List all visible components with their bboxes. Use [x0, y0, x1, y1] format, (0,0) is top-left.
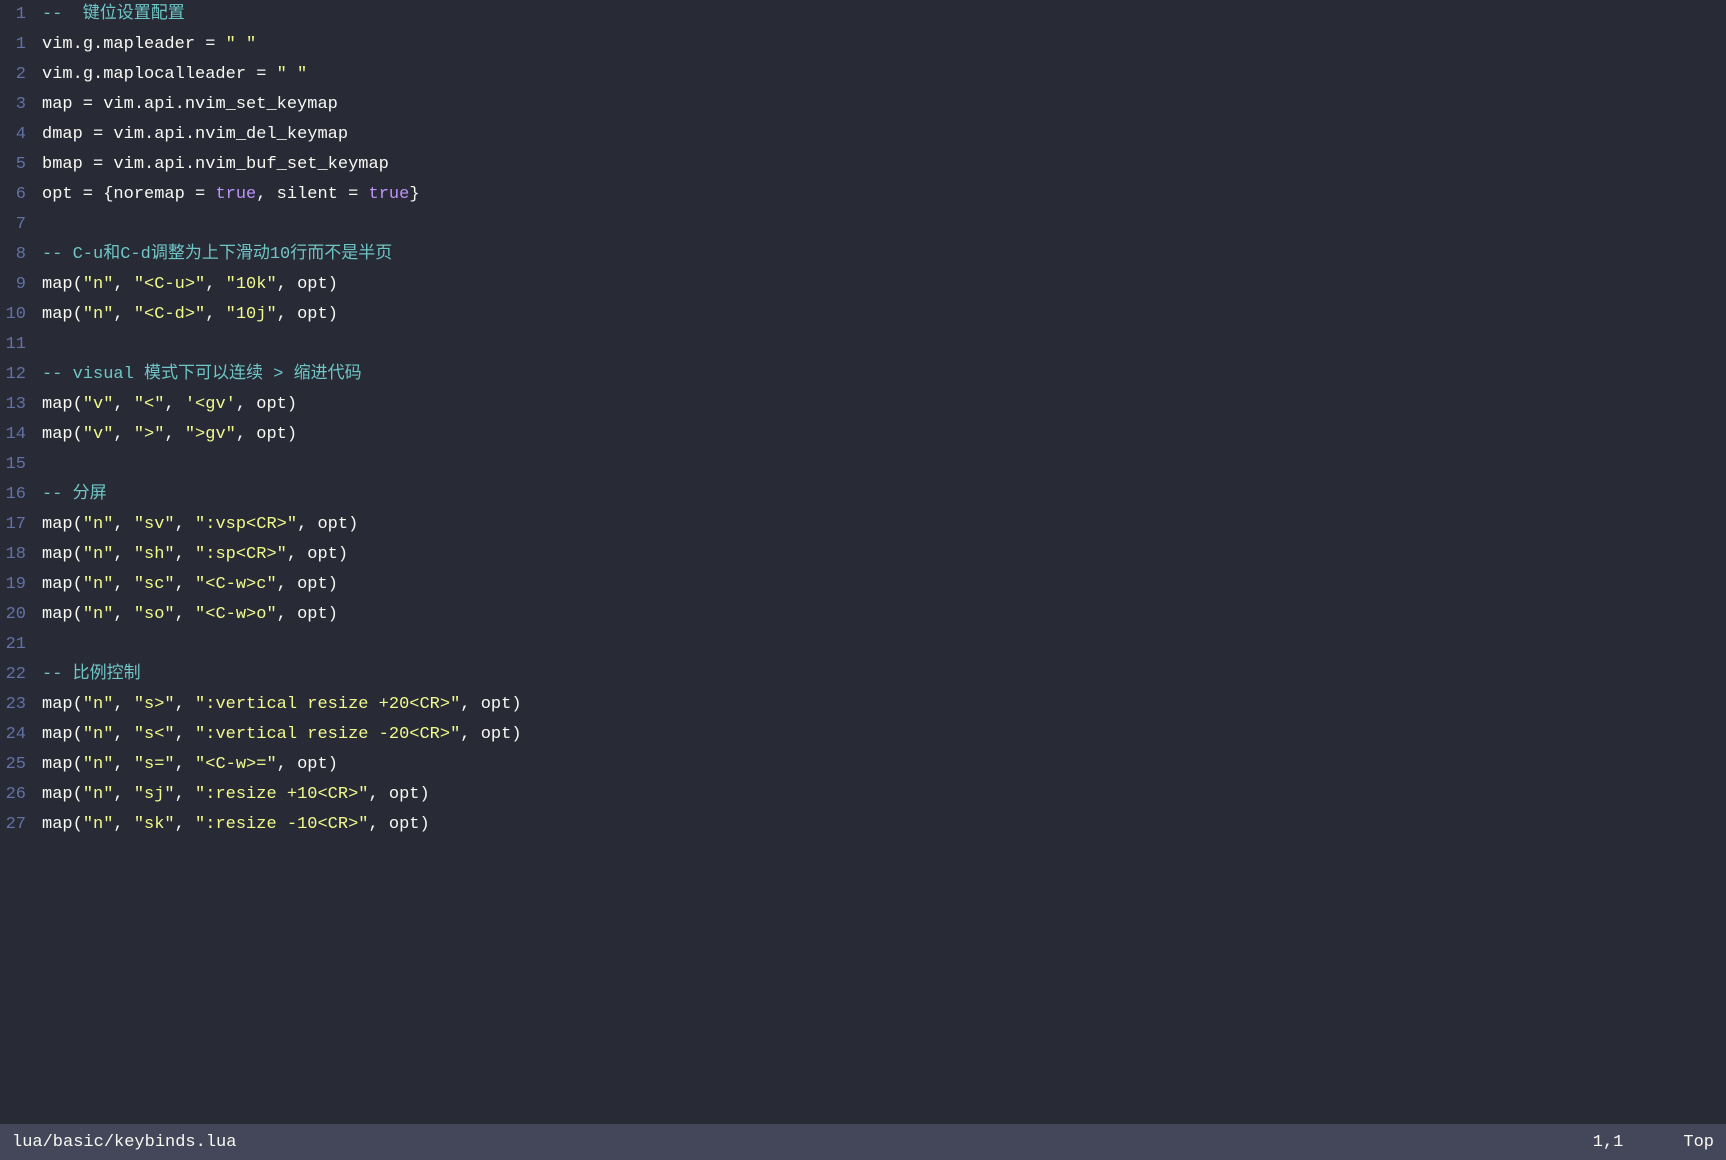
- line-content: map("v", "<", '<gv', opt): [42, 390, 1726, 420]
- fold-marker: --: [42, 5, 73, 24]
- line-number: 6: [0, 180, 42, 210]
- line-number: 22: [0, 660, 42, 690]
- line-number: 10: [0, 300, 42, 330]
- line-number: 2: [0, 60, 42, 90]
- line-content: [42, 630, 1726, 660]
- code-line: 17 map("n", "sv", ":vsp<CR>", opt): [0, 510, 1726, 540]
- code-line: 14 map("v", ">", ">gv", opt): [0, 420, 1726, 450]
- code-line: 19 map("n", "sc", "<C-w>c", opt): [0, 570, 1726, 600]
- line-number: 13: [0, 390, 42, 420]
- line-content: map("n", "sc", "<C-w>c", opt): [42, 570, 1726, 600]
- line-content: map("n", "<C-d>", "10j", opt): [42, 300, 1726, 330]
- code-line: 20 map("n", "so", "<C-w>o", opt): [0, 600, 1726, 630]
- line-content: map("n", "s>", ":vertical resize +20<CR>…: [42, 690, 1726, 720]
- line-number: 1: [0, 0, 42, 30]
- line-number: 15: [0, 450, 42, 480]
- line-content: -- C-u和C-d调整为上下滑动10行而不是半页: [42, 240, 1726, 270]
- line-content: vim.g.maplocalleader = " ": [42, 60, 1726, 90]
- line-number: 19: [0, 570, 42, 600]
- filename: lua/basic/keybinds.lua: [12, 1133, 236, 1152]
- line-content: map("n", "so", "<C-w>o", opt): [42, 600, 1726, 630]
- line-content: [42, 450, 1726, 480]
- line-content: dmap = vim.api.nvim_del_keymap: [42, 120, 1726, 150]
- line-number: 1: [0, 30, 42, 60]
- line-content: map("n", "sj", ":resize +10<CR>", opt): [42, 780, 1726, 810]
- line-number: 8: [0, 240, 42, 270]
- line-number: 12: [0, 360, 42, 390]
- line-number: 27: [0, 810, 42, 840]
- line-content: map("n", "<C-u>", "10k", opt): [42, 270, 1726, 300]
- status-bar: lua/basic/keybinds.lua 1,1 Top: [0, 1124, 1726, 1160]
- line-number: 25: [0, 750, 42, 780]
- code-line: 11: [0, 330, 1726, 360]
- line-number: 3: [0, 90, 42, 120]
- code-line: 24 map("n", "s<", ":vertical resize -20<…: [0, 720, 1726, 750]
- line-content: [42, 210, 1726, 240]
- code-line: 25 map("n", "s=", "<C-w>=", opt): [0, 750, 1726, 780]
- line-content: map("n", "sh", ":sp<CR>", opt): [42, 540, 1726, 570]
- line-number: 23: [0, 690, 42, 720]
- code-line: 26 map("n", "sj", ":resize +10<CR>", opt…: [0, 780, 1726, 810]
- status-right: 1,1 Top: [1593, 1133, 1714, 1152]
- scroll-position: Top: [1683, 1133, 1714, 1152]
- line-content: map("n", "sv", ":vsp<CR>", opt): [42, 510, 1726, 540]
- code-line: 3 map = vim.api.nvim_set_keymap: [0, 90, 1726, 120]
- line-number: 14: [0, 420, 42, 450]
- status-left: lua/basic/keybinds.lua: [12, 1133, 236, 1152]
- code-line: 6 opt = {noremap = true, silent = true}: [0, 180, 1726, 210]
- line-content: -- 分屏: [42, 480, 1726, 510]
- code-line: 9 map("n", "<C-u>", "10k", opt): [0, 270, 1726, 300]
- code-area: 1 -- 键位设置配置 1 vim.g.mapleader = " " 2 vi…: [0, 0, 1726, 1124]
- code-line: 8 -- C-u和C-d调整为上下滑动10行而不是半页: [0, 240, 1726, 270]
- line-content: map("n", "sk", ":resize -10<CR>", opt): [42, 810, 1726, 840]
- line-content: [42, 330, 1726, 360]
- editor: 1 -- 键位设置配置 1 vim.g.mapleader = " " 2 vi…: [0, 0, 1726, 1160]
- line-number: 7: [0, 210, 42, 240]
- code-line: 18 map("n", "sh", ":sp<CR>", opt): [0, 540, 1726, 570]
- line-number: 5: [0, 150, 42, 180]
- code-line: 2 vim.g.maplocalleader = " ": [0, 60, 1726, 90]
- line-number: 18: [0, 540, 42, 570]
- code-line: 21: [0, 630, 1726, 660]
- line-number: 11: [0, 330, 42, 360]
- code-line: 23 map("n", "s>", ":vertical resize +20<…: [0, 690, 1726, 720]
- code-line: 15: [0, 450, 1726, 480]
- line-content: map("v", ">", ">gv", opt): [42, 420, 1726, 450]
- line-number: 20: [0, 600, 42, 630]
- code-line: 13 map("v", "<", '<gv', opt): [0, 390, 1726, 420]
- comment-text: 键位设置配置: [73, 5, 185, 24]
- line-number: 16: [0, 480, 42, 510]
- code-line: 5 bmap = vim.api.nvim_buf_set_keymap: [0, 150, 1726, 180]
- code-line: 12 -- visual 模式下可以连续 > 缩进代码: [0, 360, 1726, 390]
- code-line: 16 -- 分屏: [0, 480, 1726, 510]
- line-number: 24: [0, 720, 42, 750]
- line-number: 9: [0, 270, 42, 300]
- cursor-position: 1,1: [1593, 1133, 1624, 1152]
- code-line: 7: [0, 210, 1726, 240]
- code-line: 10 map("n", "<C-d>", "10j", opt): [0, 300, 1726, 330]
- code-line: 1 vim.g.mapleader = " ": [0, 30, 1726, 60]
- line-content: opt = {noremap = true, silent = true}: [42, 180, 1726, 210]
- line-content: vim.g.mapleader = " ": [42, 30, 1726, 60]
- line-content: map("n", "s=", "<C-w>=", opt): [42, 750, 1726, 780]
- code-line: 22 -- 比例控制: [0, 660, 1726, 690]
- line-number: 26: [0, 780, 42, 810]
- line-number: 17: [0, 510, 42, 540]
- code-line: 27 map("n", "sk", ":resize -10<CR>", opt…: [0, 810, 1726, 840]
- code-line: 1 -- 键位设置配置: [0, 0, 1726, 30]
- line-content: map("n", "s<", ":vertical resize -20<CR>…: [42, 720, 1726, 750]
- line-content: bmap = vim.api.nvim_buf_set_keymap: [42, 150, 1726, 180]
- line-content: -- 键位设置配置: [42, 0, 1726, 30]
- line-number: 4: [0, 120, 42, 150]
- line-content: -- visual 模式下可以连续 > 缩进代码: [42, 360, 1726, 390]
- line-content: map = vim.api.nvim_set_keymap: [42, 90, 1726, 120]
- line-content: -- 比例控制: [42, 660, 1726, 690]
- code-line: 4 dmap = vim.api.nvim_del_keymap: [0, 120, 1726, 150]
- line-number: 21: [0, 630, 42, 660]
